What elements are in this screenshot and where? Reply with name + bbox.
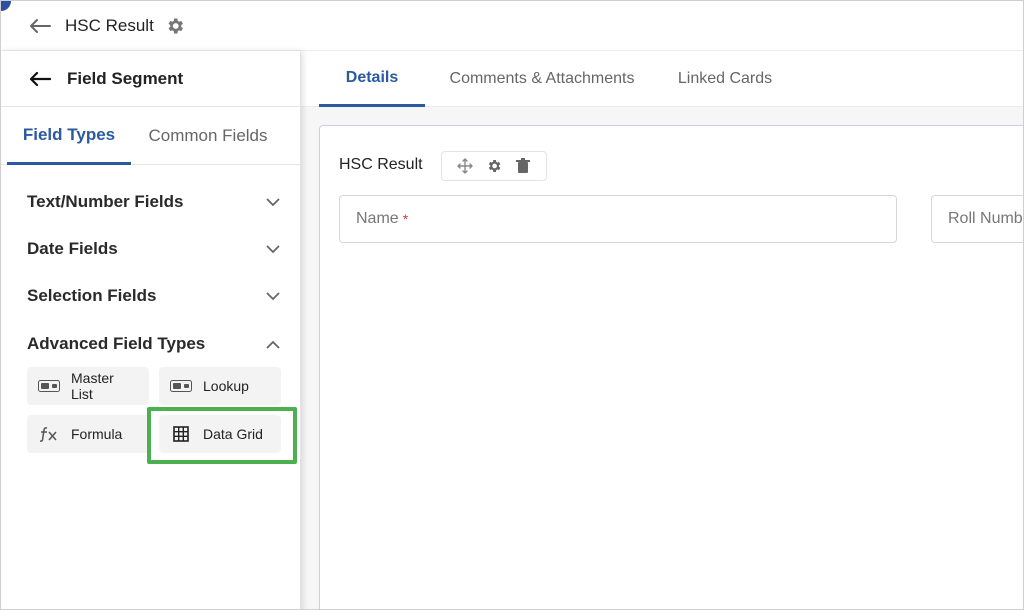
toggle-field-icon xyxy=(159,380,203,392)
name-field-label: Name xyxy=(356,210,399,227)
tab-linked-cards[interactable]: Linked Cards xyxy=(663,51,787,107)
chevron-down-icon xyxy=(265,288,281,304)
trash-icon[interactable] xyxy=(514,157,532,175)
app-frame: HSC Result Details Comments & Attachment… xyxy=(0,0,1024,610)
tab-details[interactable]: Details xyxy=(319,51,425,107)
back-button[interactable] xyxy=(27,13,53,39)
panel-header: Field Segment xyxy=(1,51,301,107)
function-icon xyxy=(27,426,71,442)
field-segment-panel: Field Segment Field Types Common Fields … xyxy=(1,51,301,609)
group-text-number-fields[interactable]: Text/Number Fields xyxy=(27,187,281,217)
section-toolbar xyxy=(441,151,547,181)
group-label: Date Fields xyxy=(27,239,118,258)
tab-common-fields[interactable]: Common Fields xyxy=(141,107,275,165)
roll-number-field[interactable]: Roll Numb xyxy=(931,195,1023,243)
group-advanced-field-types[interactable]: Advanced Field Types xyxy=(27,329,281,359)
gear-icon xyxy=(168,18,183,33)
section-title: HSC Result xyxy=(339,156,423,173)
group-label: Selection Fields xyxy=(27,286,157,305)
group-label: Advanced Field Types xyxy=(27,334,206,353)
highlight-box xyxy=(147,407,297,464)
chip-lookup[interactable]: Lookup xyxy=(159,367,281,405)
top-bar: HSC Result xyxy=(1,1,1023,51)
roll-number-field-label: Roll Numb xyxy=(948,210,1023,227)
group-selection-fields[interactable]: Selection Fields xyxy=(27,281,281,311)
panel-title: Field Segment xyxy=(67,68,184,88)
record-tabs: Details Comments & Attachments Linked Ca… xyxy=(301,51,1023,107)
page-title: HSC Result xyxy=(65,15,154,35)
chevron-down-icon xyxy=(265,241,281,257)
toggle-field-icon xyxy=(27,380,71,392)
chevron-up-icon xyxy=(265,336,281,352)
panel-back-button[interactable] xyxy=(27,66,53,92)
chip-label: Lookup xyxy=(203,378,249,394)
chip-formula[interactable]: Formula xyxy=(27,415,149,453)
chevron-down-icon xyxy=(265,194,281,210)
required-marker: * xyxy=(402,211,409,227)
tab-field-types[interactable]: Field Types xyxy=(7,107,131,165)
name-field[interactable]: Name * xyxy=(339,195,897,243)
section-settings-icon[interactable] xyxy=(485,157,503,175)
settings-button[interactable] xyxy=(164,15,186,37)
panel-tabs: Field Types Common Fields xyxy=(1,107,301,165)
move-icon[interactable] xyxy=(456,157,474,175)
chip-master-list[interactable]: Master List xyxy=(27,367,149,405)
group-label: Text/Number Fields xyxy=(27,192,184,211)
tab-comments-attachments[interactable]: Comments & Attachments xyxy=(439,51,645,107)
group-date-fields[interactable]: Date Fields xyxy=(27,234,281,264)
chip-label: Formula xyxy=(71,426,123,442)
arrow-left-icon xyxy=(30,18,51,33)
arrow-left-icon xyxy=(29,71,51,86)
chip-label: Master List xyxy=(71,370,114,402)
